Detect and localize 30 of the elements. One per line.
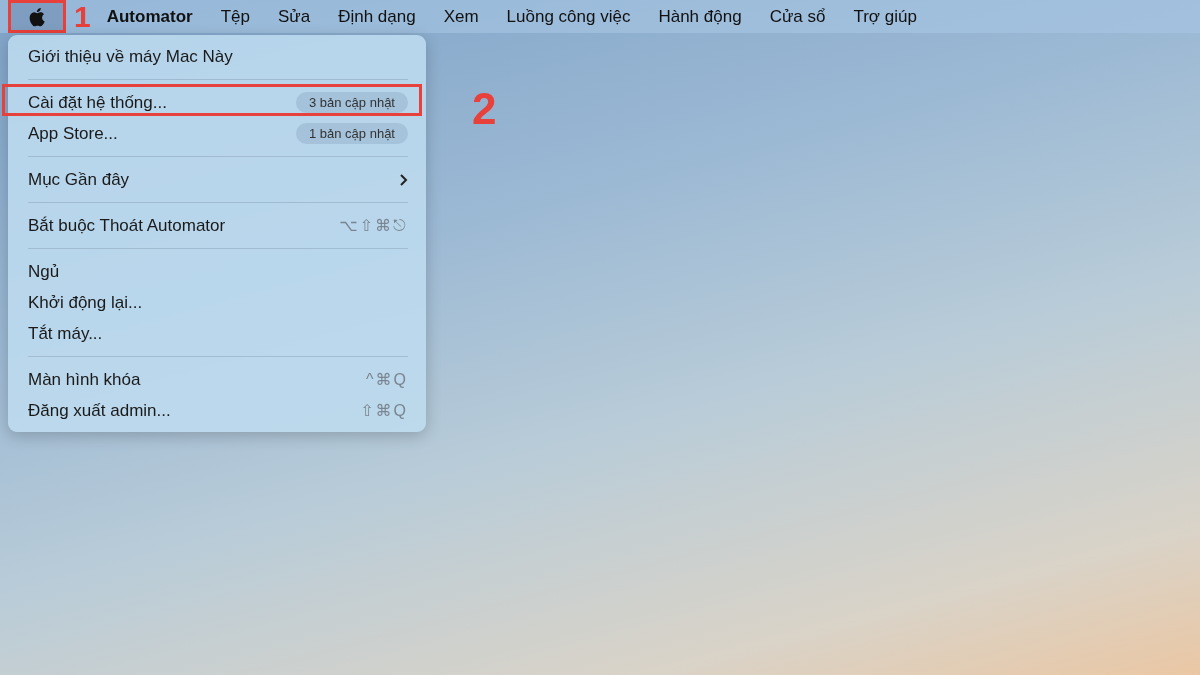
keyboard-shortcut: ⇧⌘Q bbox=[360, 401, 408, 420]
menu-title[interactable]: Hành động bbox=[644, 6, 756, 27]
highlight-frame bbox=[8, 0, 66, 33]
menu-item[interactable]: App Store... bbox=[28, 123, 118, 144]
app-menu[interactable]: Automator bbox=[92, 6, 207, 27]
update-count: 3 bản cập nhật bbox=[295, 92, 408, 113]
menu-item[interactable]: Giới thiệu về máy Mac Này bbox=[28, 46, 233, 67]
menu-title[interactable]: Luồng công việc bbox=[492, 6, 645, 27]
update-count: 1 bản cập nhật bbox=[295, 123, 408, 144]
step-number: 2 bbox=[472, 87, 497, 131]
menu-title[interactable]: Xem bbox=[429, 6, 493, 27]
keyboard-shortcut: ⌥⇧⌘⎋ bbox=[339, 216, 408, 235]
apple-menu-button[interactable] bbox=[8, 0, 66, 33]
chevron-right-icon bbox=[399, 172, 408, 187]
apple-logo-icon bbox=[28, 6, 46, 27]
menu-item[interactable]: Khởi động lại... bbox=[28, 292, 143, 313]
menu-title[interactable]: Trợ giúp bbox=[839, 6, 931, 27]
menu-title[interactable]: Định dạng bbox=[324, 6, 430, 27]
menu-title[interactable]: Sửa bbox=[263, 6, 325, 27]
menu-title[interactable]: Tệp bbox=[206, 6, 264, 27]
menu-item[interactable]: Ngủ bbox=[28, 261, 60, 282]
menu-item[interactable]: Mục Gần đây bbox=[28, 169, 130, 190]
menu-title[interactable]: Cửa sổ bbox=[755, 6, 840, 27]
keyboard-shortcut: ^⌘Q bbox=[366, 370, 408, 389]
menu-item[interactable]: Cài đặt hệ thống... bbox=[28, 92, 167, 113]
menu-item[interactable]: Bắt buộc Thoát Automator bbox=[28, 215, 226, 236]
step-number: 1 bbox=[73, 1, 92, 32]
menu-item[interactable]: Tắt máy... bbox=[28, 323, 103, 344]
menu-item[interactable]: Màn hình khóa bbox=[28, 369, 141, 390]
menu-item[interactable]: Đăng xuất admin... bbox=[28, 400, 171, 421]
